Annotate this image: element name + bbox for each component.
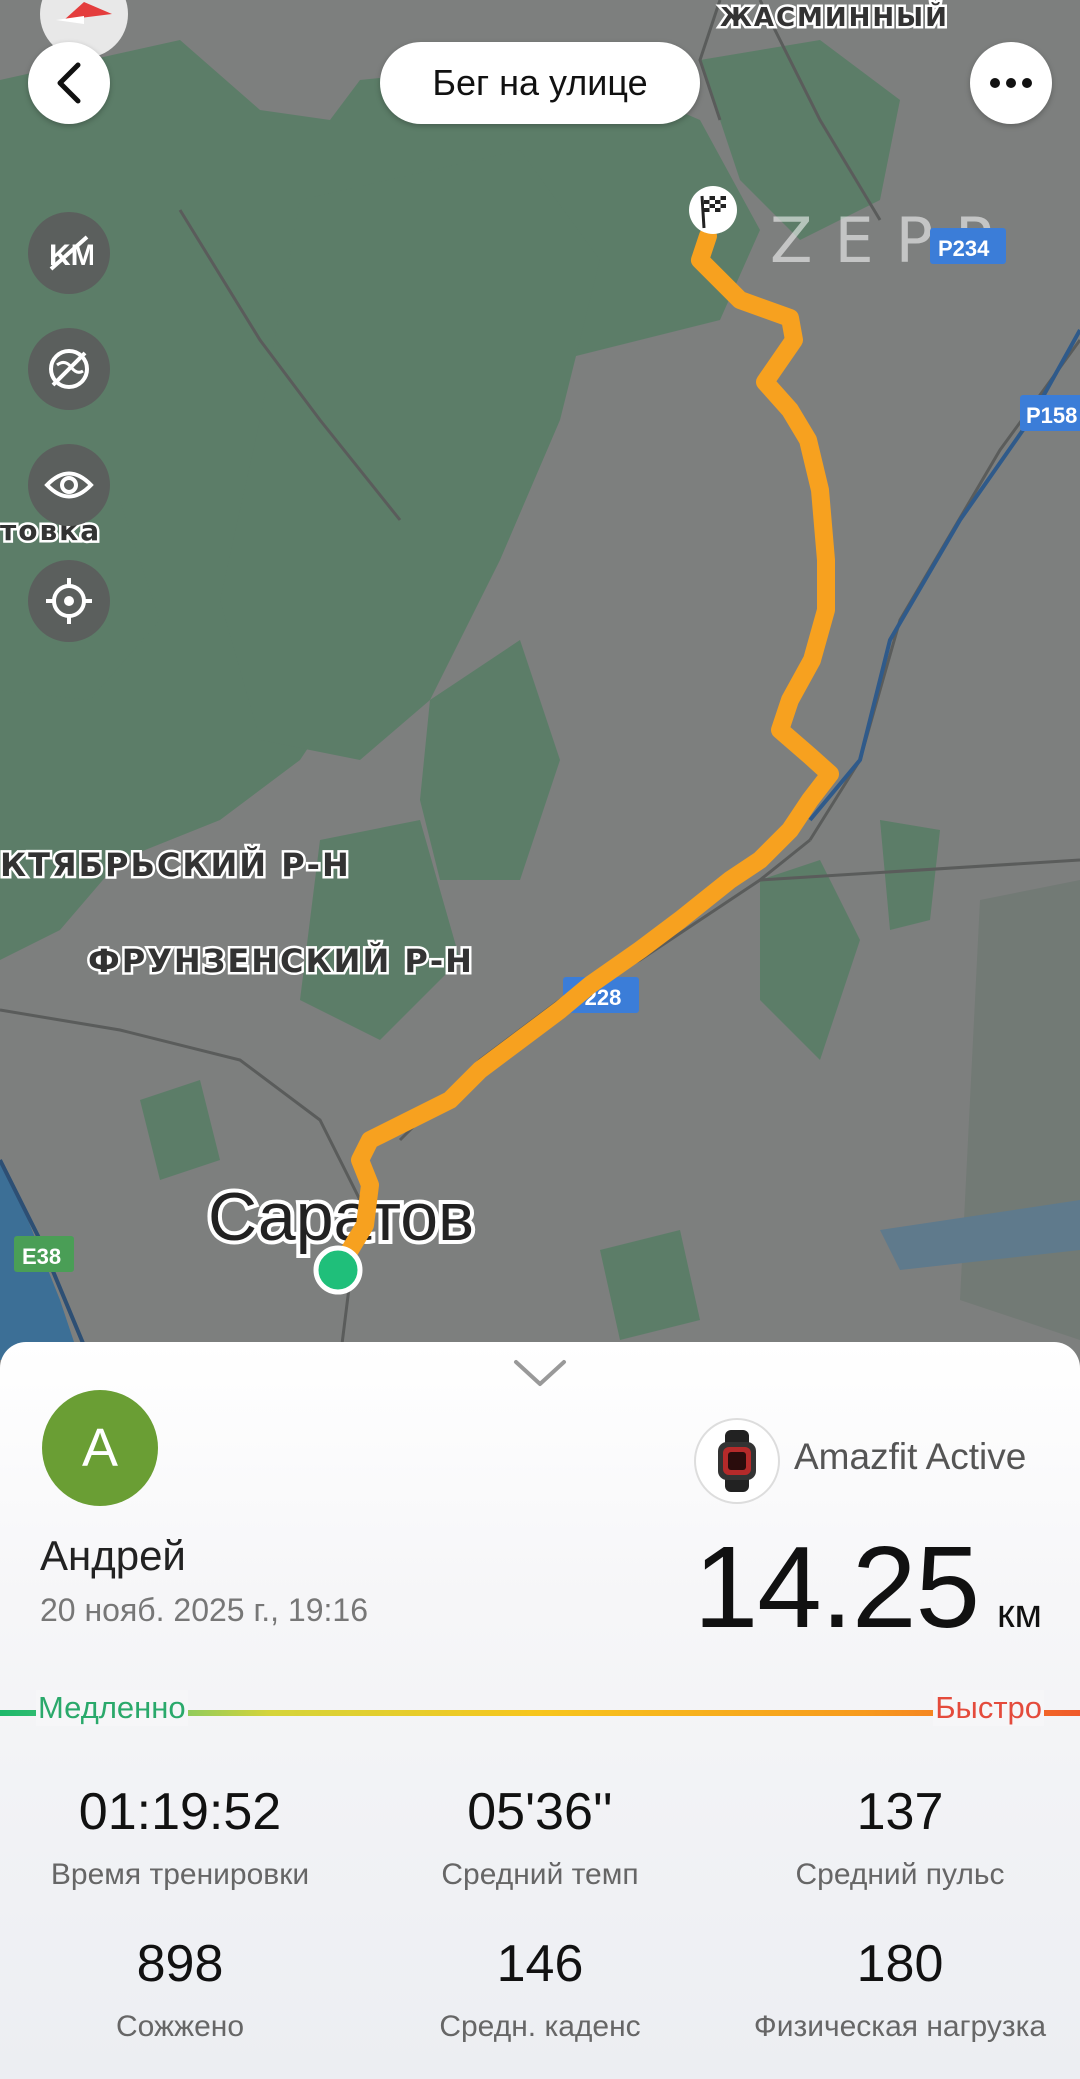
stat-label: Сожжено [115,2010,245,2043]
stat-label: Средн. каденс [439,2010,641,2043]
back-button[interactable] [28,42,110,124]
stat-value: 898 [136,1935,224,1993]
map-label-saratov: Саратов [208,1179,474,1255]
svg-text:P234: P234 [938,236,990,261]
user-name: Андрей [40,1532,186,1579]
stat-label: Средний темп [441,1858,639,1891]
more-options-button[interactable] [970,42,1052,124]
stat-average-pace: 05'36'' Средний темп [360,1782,720,1892]
distance-unit: км [997,1592,1042,1636]
pace-slow-label: Медленно [36,1690,188,1726]
route-map[interactable]: ЖАСМИННЫЙ товка КТЯБРЬСКИЙ Р-Н ФРУНЗЕНСК… [0,0,1080,1360]
watch-icon [694,1418,780,1504]
stat-value: 137 [856,1783,944,1841]
workout-summary-panel: А Amazfit Active Андрей 20 нояб. 2025 г.… [0,1342,1080,2079]
chevron-down-icon[interactable] [512,1356,568,1390]
view-toggle-button[interactable] [28,444,110,526]
map-label-oktyabrsky: КТЯБРЬСКИЙ Р-Н [0,846,351,884]
map-label-jasminny: ЖАСМИННЫЙ [720,1,949,33]
stat-value: 05'36'' [467,1783,613,1841]
stat-value: 146 [496,1935,584,1993]
svg-text:E38: E38 [22,1244,61,1269]
device-name: Amazfit Active [794,1436,1027,1477]
km-markers-toggle-button[interactable]: KM [28,212,110,294]
stat-value: 01:19:52 [78,1783,282,1841]
road-badge-p234: P234 [930,228,1006,264]
stat-label: Физическая нагрузка [753,2010,1047,2043]
chevron-left-icon [57,62,81,104]
stat-value: 180 [856,1935,944,1993]
workout-type-title: Бег на улице [380,42,700,124]
stat-average-heart-rate: 137 Средний пульс [720,1782,1080,1892]
stat-training-load: 180 Физическая нагрузка [720,1934,1080,2044]
eye-icon [44,471,94,499]
finish-flag-icon [689,186,737,234]
road-badge-p158: P158 [1020,395,1080,431]
stat-label: Средний пульс [795,1858,1005,1891]
avatar[interactable]: А [42,1390,158,1506]
stat-calories-burned: 898 Сожжено [0,1934,360,2044]
road-badge-e38: E38 [14,1236,74,1272]
locate-icon [46,578,92,624]
more-dots-icon [990,78,1032,88]
svg-text:P158: P158 [1026,403,1077,428]
locate-button[interactable] [28,560,110,642]
distance-value: 14.25 [693,1522,980,1652]
km-toggle-icon: KM [49,235,93,272]
stat-average-cadence: 146 Средн. каденс [360,1934,720,2044]
pace-color-scale: Медленно Быстро [0,1682,1080,1726]
map-layer-off-icon [49,349,89,389]
stat-label: Время тренировки [50,1858,310,1891]
map-label-frunzensky: ФРУНЗЕНСКИЙ Р-Н [88,942,474,980]
distance-display: 14.25 км [694,1520,1042,1654]
workout-date: 20 нояб. 2025 г., 19:16 [40,1592,368,1628]
stat-workout-time: 01:19:52 Время тренировки [0,1782,360,1892]
start-point-marker [313,1245,363,1295]
pace-fast-label: Быстро [933,1690,1044,1726]
map-layer-toggle-button[interactable] [28,328,110,410]
